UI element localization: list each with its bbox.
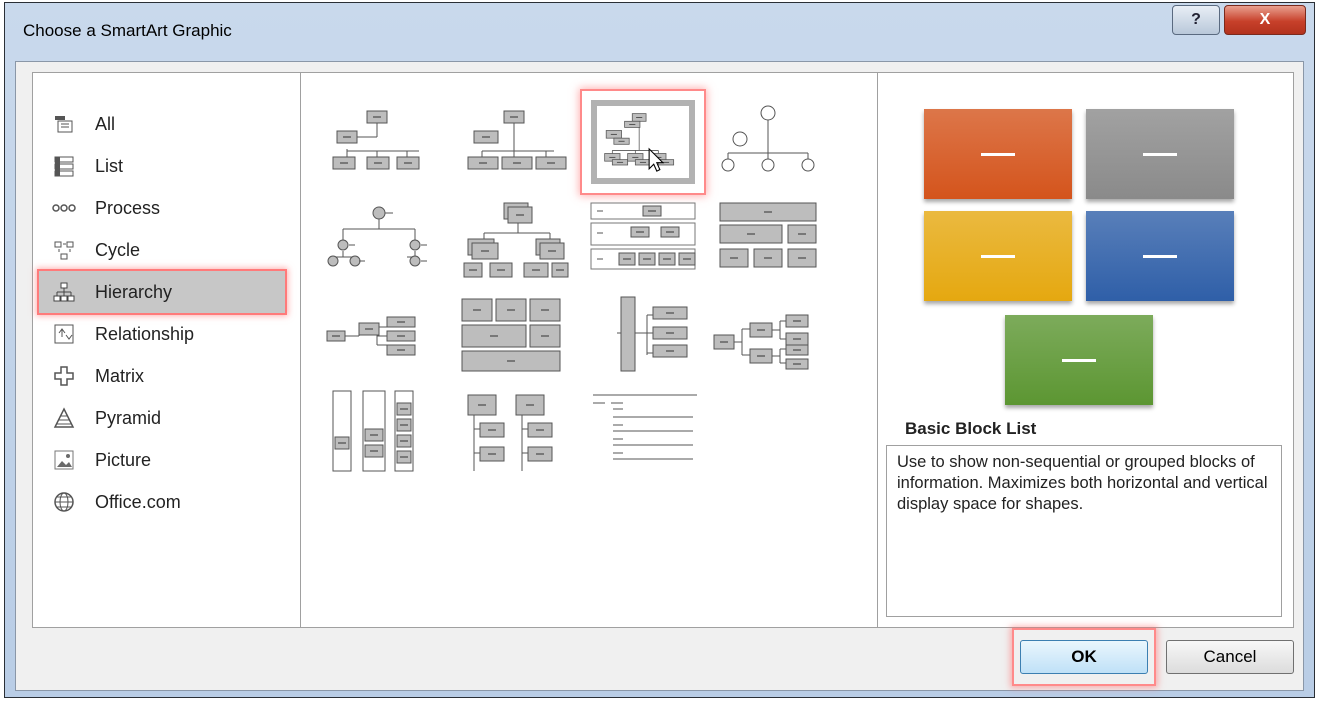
category-relationship[interactable]: Relationship [39,313,285,355]
content-panes: All List Process Cycle Hierarchy Relationship… [32,72,1294,628]
cancel-button[interactable]: Cancel [1166,640,1294,674]
preview-block-orange [924,109,1072,199]
layout-description: Use to show non-sequential or grouped bl… [886,445,1282,617]
selection-frame [591,100,695,184]
horizontal-hierarchy-icon [326,316,416,356]
dialog-title: Choose a SmartArt Graphic [23,21,232,40]
matrix-icon [51,363,77,389]
layout-thumbnail[interactable] [318,285,440,387]
category-label: Pyramid [95,407,162,428]
category-pyramid[interactable]: Pyramid [39,397,285,439]
picture-icon [51,447,77,473]
labeled-hierarchy-icon [463,202,569,278]
lined-list-hierarchy-icon [332,390,414,472]
layout-thumbnail[interactable] [582,381,704,483]
all-icon [51,111,77,137]
layout-thumbnail[interactable] [707,189,829,291]
layout-name: Basic Block List [905,419,1037,438]
architecture-layout-icon [719,202,817,268]
category-label: Picture [95,449,152,470]
layout-thumbnail[interactable] [707,91,829,193]
layout-thumbnail[interactable] [453,189,575,291]
layout-thumbnail[interactable] [582,91,704,193]
preview-pane: Basic Block List Use to show non-sequent… [878,73,1293,627]
layout-thumbnail[interactable] [453,285,575,387]
category-picture[interactable]: Picture [39,439,285,481]
layout-thumbnail[interactable] [582,285,704,387]
stacked-blocks-icon [461,298,561,372]
preview-block-gray [1086,109,1234,199]
preview-block-green [1005,315,1153,405]
title-bar: Choose a SmartArt Graphic ? X [5,3,1314,63]
vertical-box-list-icon [467,394,553,471]
hierarchy-icon [327,206,427,267]
list-icon [51,153,77,179]
process-icon [51,195,77,221]
layout-thumbnail[interactable] [453,91,575,193]
layout-thumbnail[interactable] [318,189,440,291]
layout-thumbnail[interactable] [453,381,575,483]
layout-thumbnail[interactable] [582,189,704,291]
category-process[interactable]: Process [39,187,285,229]
category-label: Matrix [95,365,144,386]
relationship-icon [51,321,77,347]
layout-gallery [301,73,878,627]
category-label: All [95,113,116,134]
category-label: List [95,155,124,176]
category-label: Office.com [95,491,181,512]
layout-thumbnail[interactable] [707,285,829,387]
table-hierarchy-icon [590,202,696,270]
layout-thumbnail[interactable] [318,381,440,483]
horizontal-labeled-hierarchy-icon [713,314,809,370]
category-cycle[interactable]: Cycle [39,229,285,271]
smartart-dialog: Choose a SmartArt Graphic ? X All List Pro… [4,2,1315,698]
circle-picture-hierarchy-icon [721,105,815,172]
name-and-title-organization-chart-icon [604,113,675,172]
category-hierarchy[interactable]: Hierarchy [37,269,287,315]
ok-button[interactable]: OK [1020,640,1148,674]
pyramid-icon [51,405,77,431]
category-office-com[interactable]: Office.com [39,481,285,523]
category-matrix[interactable]: Matrix [39,355,285,397]
globe-icon [51,489,77,515]
category-label: Hierarchy [95,281,173,302]
preview-image [912,99,1242,409]
category-label: Process [95,197,161,218]
picture-organization-chart-icon [467,110,567,170]
category-list[interactable]: List [39,145,285,187]
layout-thumbnail[interactable] [318,91,440,193]
preview-block-blue [1086,211,1234,301]
vertical-bracket-hierarchy-icon [617,296,688,372]
lined-list-icon [593,394,697,460]
category-label: Cycle [95,239,141,260]
cycle-icon [51,237,77,263]
category-list: All List Process Cycle Hierarchy Relationship… [33,73,301,627]
category-label: Relationship [95,323,195,344]
organization-chart-icon [332,110,420,170]
hierarchy-icon [51,279,77,305]
preview-block-yellow [924,211,1072,301]
help-button[interactable]: ? [1172,5,1220,35]
dialog-body: All List Process Cycle Hierarchy Relationship… [15,61,1304,691]
close-button[interactable]: X [1224,5,1306,35]
category-all[interactable]: All [39,103,285,145]
